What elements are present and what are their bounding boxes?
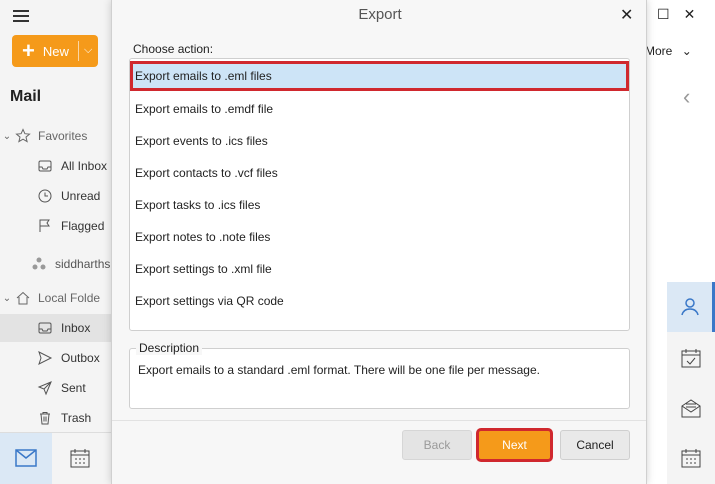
action-export-tasks-ics[interactable]: Export tasks to .ics files [130,190,629,220]
sidebar-item-all-inbox[interactable]: All Inbox [0,152,111,180]
action-export-settings-xml[interactable]: Export settings to .xml file [130,254,629,284]
cancel-button[interactable]: Cancel [560,430,630,460]
send-icon [36,349,54,367]
choose-action-label: Choose action: [133,42,214,56]
sidebar-item-sent[interactable]: Sent [0,374,111,402]
action-export-contacts-vcf[interactable]: Export contacts to .vcf files [130,158,629,188]
mail-rail-button[interactable] [667,384,715,434]
maximize-icon[interactable]: ☐ [657,6,670,23]
star-icon [14,127,32,145]
sent-icon [36,379,54,397]
close-icon[interactable]: ✕ [620,5,633,25]
account-icon [30,255,48,273]
envelope-icon [15,448,37,470]
chevron-down-icon: ⌄ [681,44,692,58]
app-sidebar: + New ⌵ Mail ⌄ Favorites All Inbox Unrea… [0,0,111,484]
sidebar-item-unread[interactable]: Unread [0,182,111,210]
action-list[interactable]: Export emails to .eml files Export email… [129,58,630,331]
sidebar-item-outbox[interactable]: Outbox [0,344,111,372]
chevron-down-icon[interactable]: ⌄ [0,131,14,142]
module-switcher [0,432,111,484]
back-button[interactable]: Back [402,430,472,460]
clock-icon [36,187,54,205]
more-button[interactable]: More ⌄ [645,44,692,58]
new-button[interactable]: + New ⌵ [12,35,98,67]
calendar-icon [681,448,701,471]
sidebar-item-favorites[interactable]: ⌄ Favorites [0,122,111,150]
mail-module-tab[interactable] [0,433,52,484]
inbox-icon [36,319,54,337]
sidebar-item-local-folders[interactable]: ⌄ Local Folde [0,284,111,312]
action-export-notes[interactable]: Export notes to .note files [130,222,629,252]
action-export-emdf[interactable]: Export emails to .emdf file [130,94,629,124]
action-export-settings-qr[interactable]: Export settings via QR code [130,286,629,316]
trash-icon [36,409,54,427]
tasks-rail-button[interactable] [667,334,715,384]
chevron-left-icon[interactable]: ‹ [683,84,690,110]
description-label: Description [136,341,203,355]
chevron-down-icon[interactable]: ⌄ [0,293,14,304]
contacts-rail-button[interactable] [667,282,715,332]
mail-section-title: Mail [10,88,42,105]
open-envelope-icon [681,398,701,421]
action-export-eml[interactable]: Export emails to .eml files [130,61,629,91]
export-dialog: Export ✕ Choose action: Export emails to… [111,0,647,484]
calendar-icon [70,449,90,471]
description-box [129,348,630,409]
dialog-title: Export [358,6,402,23]
sidebar-item-flagged[interactable]: Flagged [0,212,111,240]
window-controls: ☐ ✕ [657,6,695,23]
calendar-rail-button[interactable] [667,434,715,484]
chevron-down-icon[interactable]: ⌵ [84,44,92,57]
hamburger-menu-icon[interactable] [13,10,29,22]
description-text: Export emails to a standard .eml format.… [138,363,540,377]
inbox-icon [36,157,54,175]
sidebar-item-inbox[interactable]: Inbox [0,314,111,342]
calendar-module-tab[interactable] [70,448,90,471]
flag-icon [36,217,54,235]
new-button-label: New [42,43,69,59]
action-export-events-ics[interactable]: Export events to .ics files [130,126,629,156]
sidebar-item-account[interactable]: siddharths [0,250,111,278]
person-icon [680,296,700,319]
footer-divider [112,420,646,421]
home-icon [14,289,32,307]
right-rail [667,282,715,484]
plus-icon: + [22,38,35,63]
close-window-icon[interactable]: ✕ [684,6,696,23]
sidebar-item-trash[interactable]: Trash [0,404,111,432]
next-button[interactable]: Next [476,428,553,462]
calendar-check-icon [681,348,701,371]
